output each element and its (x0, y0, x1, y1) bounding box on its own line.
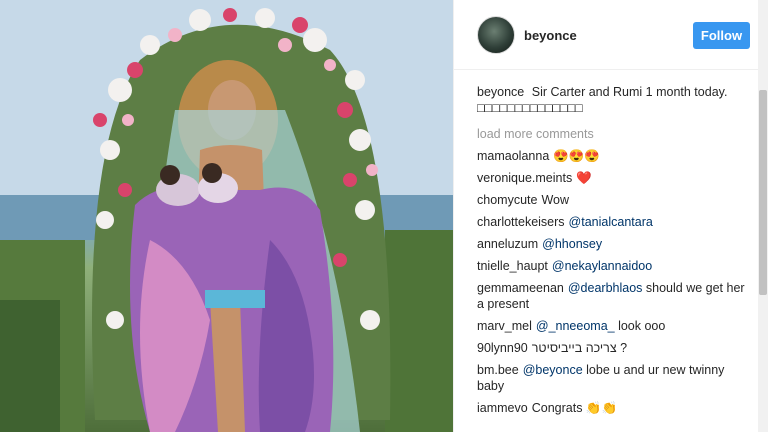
post-photo-illustration (0, 0, 453, 432)
comment-text: Congrats 👏👏 (531, 401, 618, 415)
comment-text: look ooo (618, 319, 666, 333)
comment-text: ❤️ (576, 171, 592, 185)
post-photo[interactable] (0, 0, 453, 432)
comments-list: beyonce Sir Carter and Rumi 1 month toda… (477, 84, 747, 422)
scrollbar-thumb[interactable] (759, 90, 767, 295)
caption-username[interactable]: beyonce (477, 85, 524, 99)
comment-mention[interactable]: @_nneeoma_ (536, 319, 615, 333)
comment-row: iammevo Congrats 👏👏 (477, 400, 747, 416)
comment-text: Wow (541, 193, 570, 207)
comment-mention[interactable]: @nekaylannaidoo (552, 259, 652, 273)
comment-row: marv_mel @_nneeoma_ look ooo (477, 318, 747, 334)
comment-username[interactable]: 90lynn90 (477, 341, 528, 355)
comment-text: צריכה בייביסיטר ? (531, 341, 628, 355)
comment-username[interactable]: tnielle_haupt (477, 259, 548, 273)
comment-username[interactable]: veronique.meints (477, 171, 572, 185)
comment-mention[interactable]: @beyonce (523, 363, 583, 377)
comment-username[interactable]: charlottekeisers (477, 215, 565, 229)
comment-username[interactable]: bm.bee (477, 363, 519, 377)
comment-username[interactable]: anneluzum (477, 237, 538, 251)
scrollbar[interactable] (758, 0, 768, 432)
comment-text: 😍😍😍 (553, 149, 600, 163)
post-sidebar: beyonce Follow beyonce Sir Carter and Ru… (453, 0, 768, 432)
comment-username[interactable]: mamaolanna (477, 149, 549, 163)
post-header: beyonce Follow (454, 0, 768, 70)
comment-username[interactable]: chomycute (477, 193, 537, 207)
follow-button[interactable]: Follow (693, 22, 750, 49)
comment-row: 90lynn90 צריכה בייביסיטר ? (477, 340, 747, 356)
comment-username[interactable]: gemmameenan (477, 281, 564, 295)
comment-row: gemmameenan @dearbhlaos should we get her… (477, 280, 747, 312)
comment-row: charlottekeisers @tanialcantara (477, 214, 747, 230)
comment-mention[interactable]: @tanialcantara (569, 215, 653, 229)
comment-row: mamaolanna 😍😍😍 (477, 148, 747, 164)
comment-mention[interactable]: @hhonsey (542, 237, 602, 251)
header-username[interactable]: beyonce (524, 28, 577, 43)
comment-row: bm.bee @beyonce lobe u and ur new twinny … (477, 362, 747, 394)
comment-row: tnielle_haupt @nekaylannaidoo (477, 258, 747, 274)
comment-mention[interactable]: @dearbhlaos (568, 281, 643, 295)
comment-username[interactable]: iammevo (477, 401, 528, 415)
comment-username[interactable]: marv_mel (477, 319, 532, 333)
comment-row: chomycute Wow (477, 192, 747, 208)
post-caption: beyonce Sir Carter and Rumi 1 month toda… (477, 84, 747, 116)
load-more-comments-link[interactable]: load more comments (477, 126, 747, 142)
avatar[interactable] (477, 16, 515, 54)
comment-row: anneluzum @hhonsey (477, 236, 747, 252)
comment-row: veronique.meints ❤️ (477, 170, 747, 186)
